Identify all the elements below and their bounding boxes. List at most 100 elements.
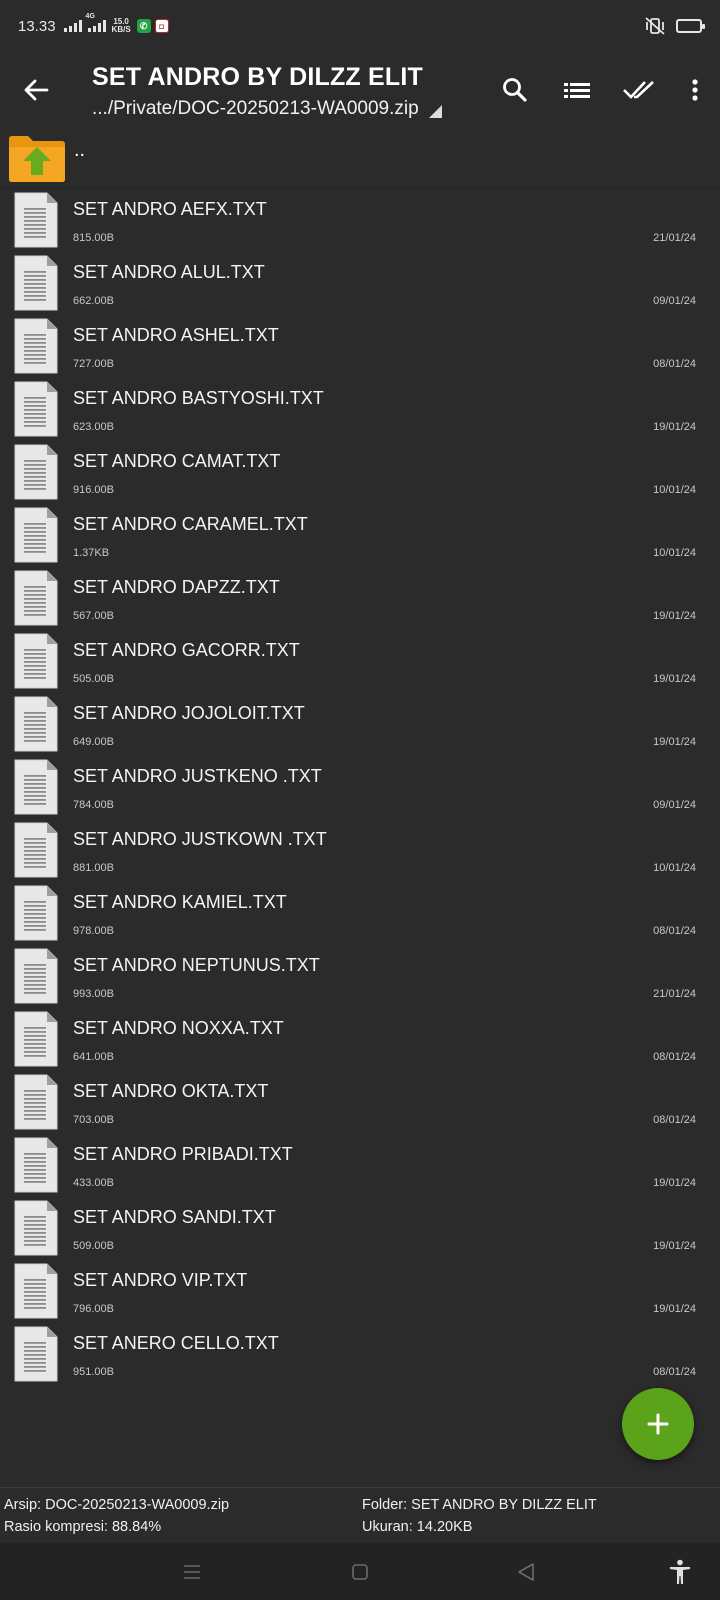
more-vert-icon (692, 79, 698, 101)
file-name: SET ANDRO NOXXA.TXT (73, 1018, 284, 1038)
file-row[interactable]: SET ANDRO ALUL.TXT 662.00B 09/01/24 (0, 251, 720, 314)
file-row[interactable]: SET ANDRO KAMIEL.TXT 978.00B 08/01/24 (0, 881, 720, 944)
path-selector[interactable]: .../Private/DOC-20250213-WA0009.zip (92, 98, 484, 120)
file-row[interactable]: SET ANDRO CARAMEL.TXT 1.37KB 10/01/24 (0, 503, 720, 566)
file-row[interactable]: SET ANDRO AEFX.TXT 815.00B 21/01/24 (0, 188, 720, 251)
double-check-icon (623, 81, 654, 99)
file-size: 916.00B (73, 484, 114, 496)
text-file-icon (14, 1263, 58, 1319)
file-size: 951.00B (73, 1366, 114, 1378)
add-button[interactable] (622, 1388, 694, 1460)
file-size: 815.00B (73, 232, 114, 244)
file-size: 509.00B (73, 1240, 114, 1252)
toolbar-actions (484, 60, 720, 120)
signal-4g-label: 4G (85, 13, 95, 20)
signal-4g-icon: 4G (86, 13, 106, 32)
whatsapp-icon: ✆ (136, 19, 151, 33)
parent-directory-row[interactable]: .. (0, 128, 720, 188)
file-date: 19/01/24 (653, 1177, 696, 1189)
file-row[interactable]: SET ANDRO ASHEL.TXT 727.00B 08/01/24 (0, 314, 720, 377)
file-list[interactable]: .. SET ANDRO AEFX.TXT 815.00B 21/01/24 SET … (0, 128, 720, 1386)
file-date: 10/01/24 (653, 547, 696, 559)
file-row[interactable]: SET ANDRO DAPZZ.TXT 567.00B 19/01/24 (0, 566, 720, 629)
text-file-icon (14, 255, 58, 311)
file-name: SET ANDRO PRIBADI.TXT (73, 1144, 293, 1164)
file-row[interactable]: SET ANDRO JUSTKENO .TXT 784.00B 09/01/24 (0, 755, 720, 818)
file-row[interactable]: SET ANDRO BASTYOSHI.TXT 623.00B 19/01/24 (0, 377, 720, 440)
file-row-text: SET ANDRO NEPTUNUS.TXT 993.00B 21/01/24 (73, 944, 696, 1007)
file-name: SET ANDRO OKTA.TXT (73, 1081, 269, 1101)
arrow-left-icon (24, 79, 49, 101)
file-name: SET ANDRO JUSTKENO .TXT (73, 766, 322, 786)
text-file-icon (14, 633, 58, 689)
file-date: 10/01/24 (653, 484, 696, 496)
page-title: SET ANDRO BY DILZZ ELIT (92, 62, 423, 91)
select-all-button[interactable] (608, 60, 670, 120)
file-row[interactable]: SET ANDRO VIP.TXT 796.00B 19/01/24 (0, 1259, 720, 1322)
file-row-text: SET ANDRO OKTA.TXT 703.00B 08/01/24 (73, 1070, 696, 1133)
file-size: 727.00B (73, 358, 114, 370)
file-name: SET ANDRO JOJOLOIT.TXT (73, 703, 305, 723)
search-button[interactable] (484, 60, 546, 120)
file-row[interactable]: SET ANDRO NEPTUNUS.TXT 993.00B 21/01/24 (0, 944, 720, 1007)
home-button[interactable] (340, 1555, 380, 1589)
text-file-icon (14, 381, 58, 437)
file-date: 08/01/24 (653, 1114, 696, 1126)
file-row[interactable]: SET ANDRO NOXXA.TXT 641.00B 08/01/24 (0, 1007, 720, 1070)
text-file-icon (14, 1011, 58, 1067)
nav-back-button[interactable] (506, 1555, 546, 1589)
file-size: 703.00B (73, 1114, 114, 1126)
recents-button[interactable] (172, 1555, 212, 1589)
battery-icon (676, 19, 705, 33)
text-file-icon (14, 1326, 58, 1382)
system-nav-bar (0, 1543, 720, 1600)
view-mode-button[interactable] (546, 60, 608, 120)
file-date: 19/01/24 (653, 1240, 696, 1252)
text-file-icon (14, 192, 58, 248)
back-triangle-icon (518, 1563, 534, 1581)
file-row[interactable]: SET ANDRO GACORR.TXT 505.00B 19/01/24 (0, 629, 720, 692)
file-row[interactable]: SET ANDRO OKTA.TXT 703.00B 08/01/24 (0, 1070, 720, 1133)
file-size: 649.00B (73, 736, 114, 748)
file-row[interactable]: SET ANDRO JOJOLOIT.TXT 649.00B 19/01/24 (0, 692, 720, 755)
file-date: 08/01/24 (653, 358, 696, 370)
file-date: 19/01/24 (653, 421, 696, 433)
file-size: 623.00B (73, 421, 114, 433)
vpn-icon: ◘ (154, 19, 169, 33)
text-file-icon (14, 444, 58, 500)
file-row-text: SET ANDRO ALUL.TXT 662.00B 09/01/24 (73, 251, 696, 314)
more-options-button[interactable] (670, 60, 720, 120)
file-name: SET ANDRO GACORR.TXT (73, 640, 300, 660)
file-name: SET ANDRO AEFX.TXT (73, 199, 267, 219)
file-name: SET ANERO CELLO.TXT (73, 1333, 279, 1353)
file-name: SET ANDRO SANDI.TXT (73, 1207, 276, 1227)
file-row[interactable]: SET ANDRO SANDI.TXT 509.00B 19/01/24 (0, 1196, 720, 1259)
file-date: 19/01/24 (653, 673, 696, 685)
file-date: 08/01/24 (653, 1366, 696, 1378)
file-size: 505.00B (73, 673, 114, 685)
accessibility-button[interactable] (660, 1555, 700, 1589)
file-row[interactable]: SET ANDRO CAMAT.TXT 916.00B 10/01/24 (0, 440, 720, 503)
file-size: 993.00B (73, 988, 114, 1000)
file-size: 662.00B (73, 295, 114, 307)
file-date: 19/01/24 (653, 1303, 696, 1315)
file-name: SET ANDRO CAMAT.TXT (73, 451, 281, 471)
file-name: SET ANDRO JUSTKOWN .TXT (73, 829, 327, 849)
file-row[interactable]: SET ANDRO PRIBADI.TXT 433.00B 19/01/24 (0, 1133, 720, 1196)
file-row-text: SET ANERO CELLO.TXT 951.00B 08/01/24 (73, 1322, 696, 1385)
file-name: SET ANDRO NEPTUNUS.TXT (73, 955, 320, 975)
back-button[interactable] (0, 52, 72, 128)
archive-name: Arsip: DOC-20250213-WA0009.zip (4, 1497, 230, 1513)
net-speed-unit: KB/S (111, 25, 131, 34)
file-row[interactable]: SET ANERO CELLO.TXT 951.00B 08/01/24 (0, 1322, 720, 1385)
file-size: 641.00B (73, 1051, 114, 1063)
text-file-icon (14, 885, 58, 941)
file-name: SET ANDRO VIP.TXT (73, 1270, 248, 1290)
file-size: 1.37KB (73, 547, 110, 559)
compression-ratio: Rasio kompresi: 88.84% (4, 1519, 162, 1535)
file-row[interactable]: SET ANDRO JUSTKOWN .TXT 881.00B 10/01/24 (0, 818, 720, 881)
file-size: 796.00B (73, 1303, 114, 1315)
signal-icon (63, 20, 82, 32)
toolbar-titles: SET ANDRO BY DILZZ ELIT .../Private/DOC-… (72, 61, 484, 120)
folder-name: Folder: SET ANDRO BY DILZZ ELIT (362, 1497, 597, 1513)
